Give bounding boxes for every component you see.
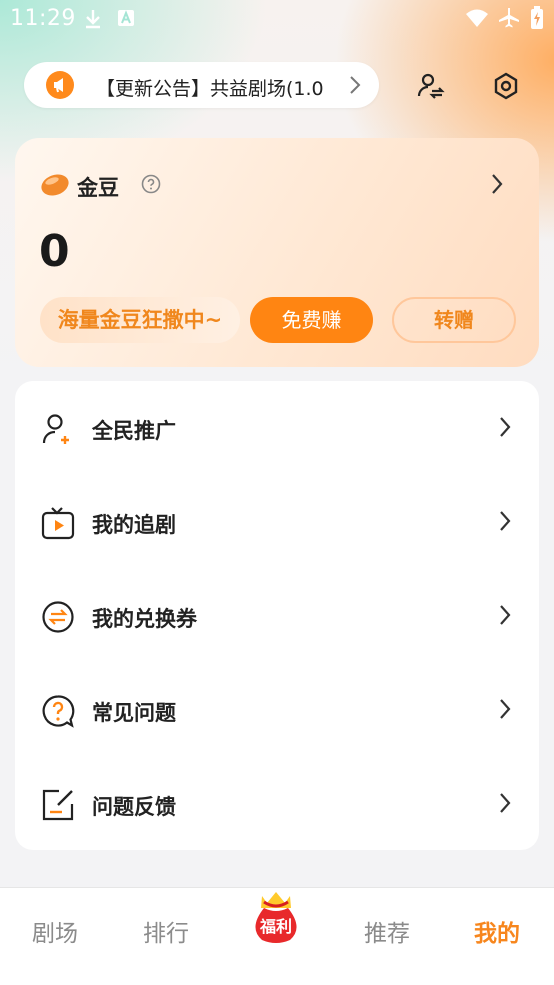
menu-item-faq[interactable]: 常见问题 [15,663,539,757]
font-a-icon [118,10,134,26]
download-icon [86,10,100,29]
announcement-bar[interactable]: 【更新公告】共益剧场(1.0 [24,62,379,108]
user-plus-icon [42,414,69,444]
menu-list: 全民推广 我的追剧 我的兑换券 常见问题 问题反馈 [15,381,539,850]
menu-label: 问题反馈 [92,795,176,819]
menu-item-promotion[interactable]: 全民推广 [15,381,539,475]
switch-account-icon[interactable] [415,70,447,102]
question-bubble-icon [42,695,75,728]
airplane-icon [499,8,519,28]
coins-detail-chevron-icon[interactable] [491,173,503,195]
status-bar: 11:29 [0,0,554,38]
tab-welfare[interactable]: 福利 [244,884,308,948]
chevron-right-icon [500,417,511,437]
earn-free-button[interactable]: 免费赚 [250,297,373,343]
promo-text: 海量金豆狂撒中~ [40,297,240,343]
bottom-tab-bar: 剧场 排行 福利 推荐 我的 [0,887,554,985]
menu-label: 我的兑换券 [92,607,197,631]
tab-recommend[interactable]: 推荐 [364,914,410,948]
menu-item-my-dramas[interactable]: 我的追剧 [15,475,539,569]
settings-icon[interactable] [490,70,522,102]
menu-item-feedback[interactable]: 问题反馈 [15,757,539,851]
announcement-text: 【更新公告】共益剧场(1.0 [96,78,324,100]
battery-icon [531,6,543,29]
tab-mine[interactable]: 我的 [474,914,520,948]
menu-label: 全民推广 [92,419,176,443]
chevron-right-icon [500,699,511,719]
tv-icon [41,507,75,540]
gold-bean-icon [41,174,69,196]
tab-ranking[interactable]: 排行 [143,914,189,948]
edit-icon [42,789,74,821]
tab-theater[interactable]: 剧场 [32,914,78,948]
menu-label: 我的追剧 [92,513,176,537]
coins-balance: 0 [39,226,70,277]
chevron-right-icon [350,76,361,94]
coins-title: 金豆 [77,176,119,200]
announcement-icon [46,71,74,99]
wifi-icon [466,9,488,27]
chevron-right-icon [500,793,511,813]
tab-welfare-label: 福利 [259,917,292,936]
chevron-right-icon [500,605,511,625]
status-time: 11:29 [10,6,76,31]
help-icon[interactable] [141,174,161,194]
exchange-icon [42,601,74,633]
chevron-right-icon [500,511,511,531]
gold-coins-card: 金豆 0 海量金豆狂撒中~ 免费赚 转赠 [15,138,539,367]
menu-item-vouchers[interactable]: 我的兑换券 [15,569,539,663]
menu-label: 常见问题 [92,701,176,725]
gift-coins-button[interactable]: 转赠 [392,297,516,343]
